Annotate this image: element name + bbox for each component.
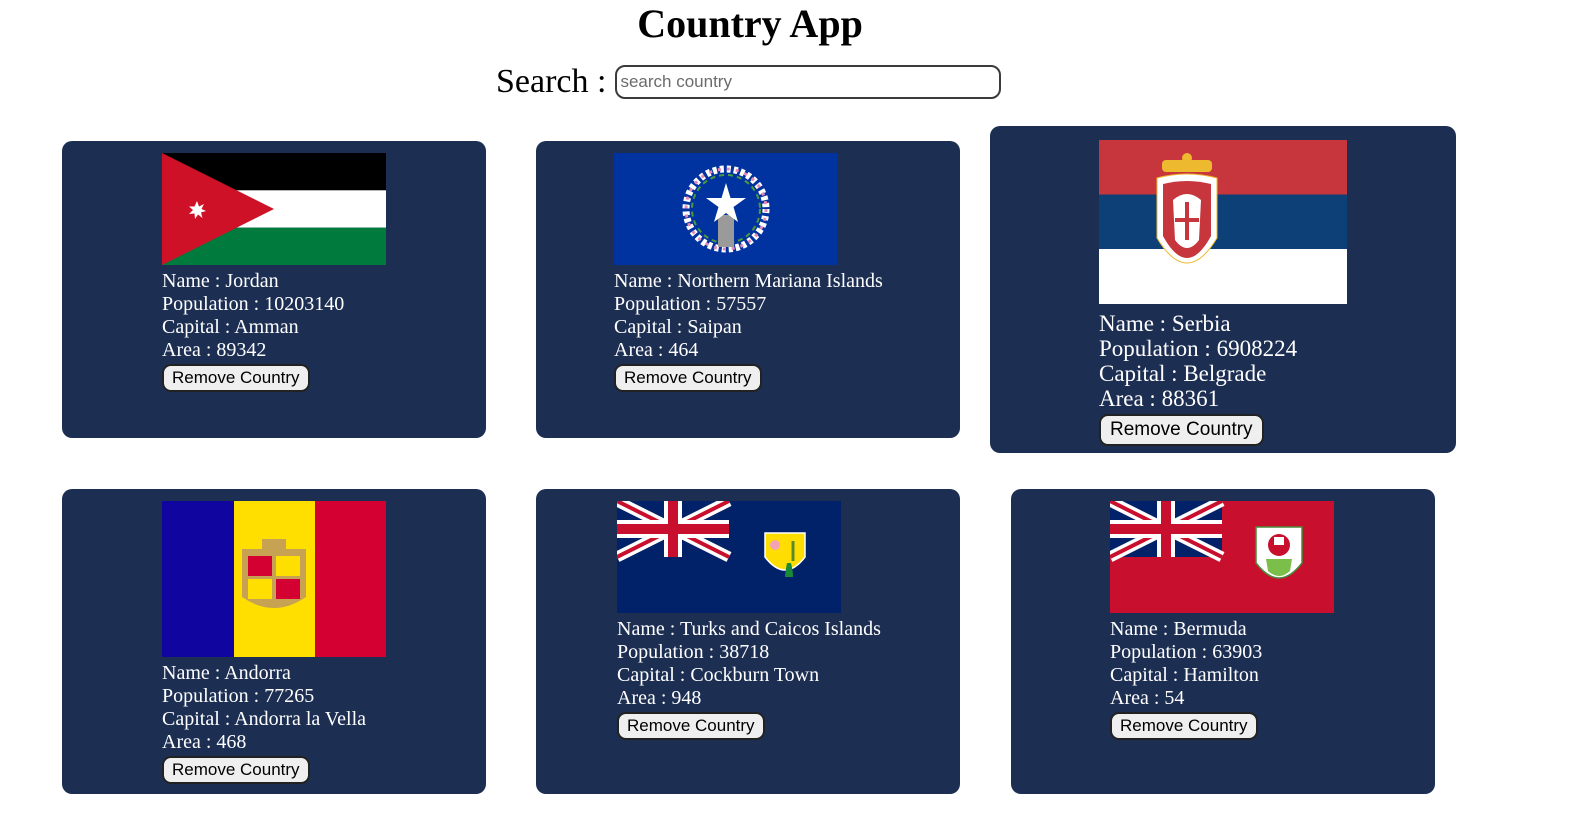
country-info: Name : Northern Mariana Islands Populati… (614, 270, 883, 362)
remove-country-button[interactable]: Remove Country (614, 364, 762, 392)
country-capital: Capital : Saipan (614, 316, 742, 338)
bermuda-flag-icon (1110, 501, 1334, 613)
country-card-bermuda: Name : Bermuda Population : 63903 Capita… (1011, 489, 1435, 794)
country-name: Name : Jordan (162, 270, 279, 292)
country-name: Name : Turks and Caicos Islands (617, 618, 881, 640)
jordan-flag-icon (162, 153, 386, 265)
country-area: Area : 54 (1110, 687, 1185, 709)
andorra-flag-icon (162, 501, 386, 657)
remove-country-button[interactable]: Remove Country (162, 364, 310, 392)
country-name: Name : Bermuda (1110, 618, 1247, 640)
country-info: Name : Andorra Population : 77265 Capita… (162, 662, 386, 754)
country-info: Name : Serbia Population : 6908224 Capit… (1099, 311, 1347, 411)
country-capital: Capital : Belgrade (1099, 361, 1267, 386)
remove-country-button[interactable]: Remove Country (617, 712, 765, 740)
app-title: Country App (637, 1, 863, 46)
country-population: Population : 63903 (1110, 641, 1263, 663)
country-population: Population : 6908224 (1099, 336, 1298, 361)
country-area: Area : 89342 (162, 339, 267, 361)
country-info: Name : Bermuda Population : 63903 Capita… (1110, 618, 1334, 710)
country-capital: Capital : Cockburn Town (617, 664, 820, 686)
country-population: Population : 10203140 (162, 293, 345, 315)
country-card-turks-and-caicos-islands: Name : Turks and Caicos Islands Populati… (536, 489, 960, 794)
country-name: Name : Serbia (1099, 311, 1231, 336)
country-info: Name : Jordan Population : 10203140 Capi… (162, 270, 386, 362)
remove-country-button[interactable]: Remove Country (1110, 712, 1258, 740)
country-card-jordan: Name : Jordan Population : 10203140 Capi… (62, 141, 486, 438)
remove-country-button[interactable]: Remove Country (162, 756, 310, 784)
search-label: Search : (496, 63, 607, 100)
country-capital: Capital : Hamilton (1110, 664, 1259, 686)
country-area: Area : 88361 (1099, 386, 1220, 411)
country-capital: Capital : Amman (162, 316, 299, 338)
northern-mariana-islands-flag-icon (614, 153, 838, 265)
country-population: Population : 57557 (614, 293, 767, 315)
serbia-flag-icon (1099, 140, 1347, 304)
remove-country-button[interactable]: Remove Country (1099, 414, 1264, 446)
country-card-northern-mariana-islands: Name : Northern Mariana Islands Populati… (536, 141, 960, 438)
country-name: Name : Andorra (162, 662, 291, 684)
turks-and-caicos-flag-icon (617, 501, 841, 613)
country-info: Name : Turks and Caicos Islands Populati… (617, 618, 881, 710)
search-input[interactable] (615, 65, 1002, 99)
country-capital: Capital : Andorra la Vella (162, 708, 367, 730)
country-population: Population : 77265 (162, 685, 315, 707)
country-population: Population : 38718 (617, 641, 770, 663)
country-name: Name : Northern Mariana Islands (614, 270, 883, 292)
country-card-andorra: Name : Andorra Population : 77265 Capita… (62, 489, 486, 794)
search-bar: Search : (496, 60, 1002, 104)
country-area: Area : 948 (617, 687, 702, 709)
country-area: Area : 464 (614, 339, 699, 361)
country-area: Area : 468 (162, 731, 247, 753)
country-card-serbia: Name : Serbia Population : 6908224 Capit… (990, 126, 1456, 453)
